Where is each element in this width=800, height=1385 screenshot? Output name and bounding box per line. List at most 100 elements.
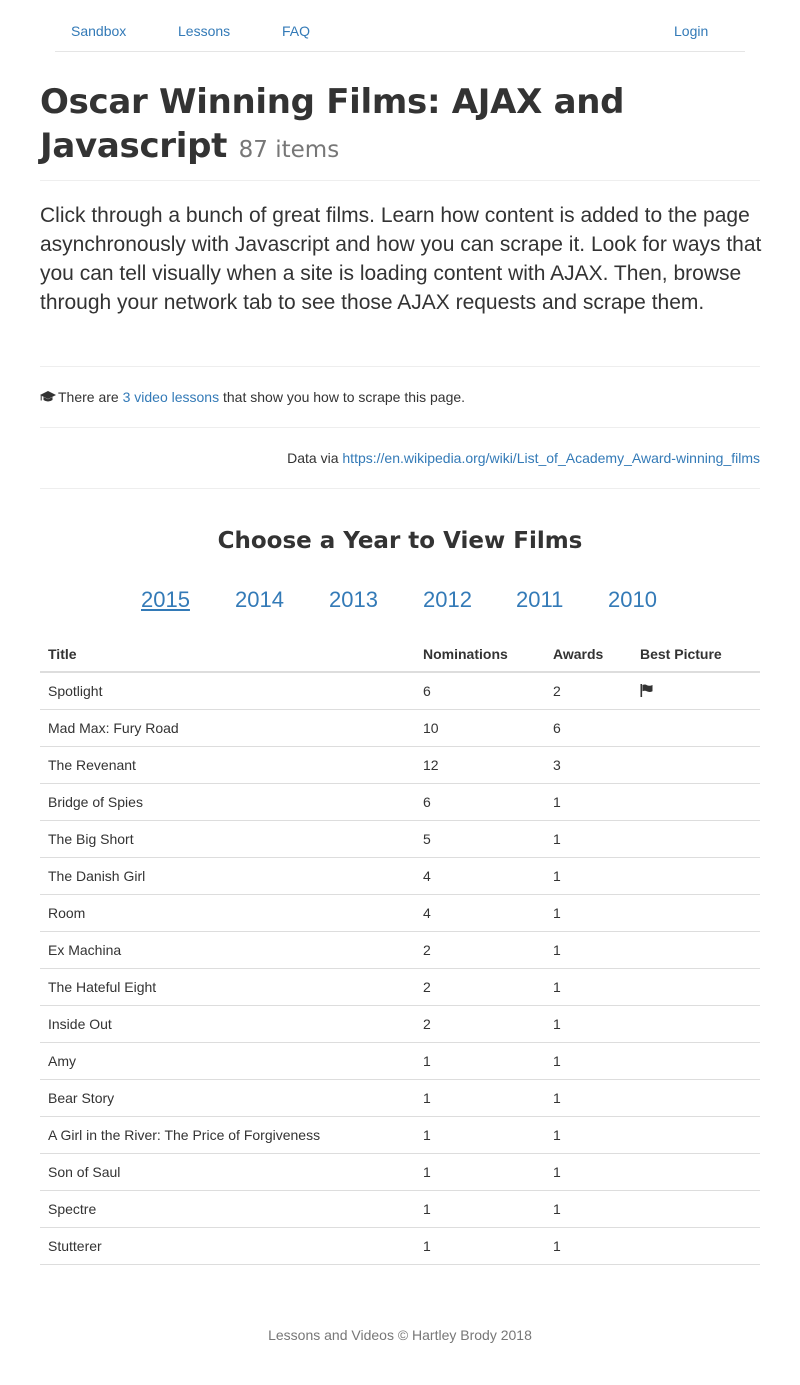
nominations-cell: 1 bbox=[415, 1153, 545, 1191]
awards-cell: 1 bbox=[545, 1042, 632, 1080]
nominations-cell: 5 bbox=[415, 820, 545, 858]
data-source: Data via https://en.wikipedia.org/wiki/L… bbox=[287, 449, 760, 467]
awards-cell: 1 bbox=[545, 1153, 632, 1191]
best-picture-cell bbox=[632, 1153, 760, 1191]
nominations-cell: 6 bbox=[415, 672, 545, 710]
year-link-2012[interactable]: 2012 bbox=[423, 586, 472, 614]
item-count: 87 items bbox=[238, 137, 340, 163]
nominations-cell: 1 bbox=[415, 1190, 545, 1228]
film-title-cell: The Danish Girl bbox=[40, 857, 415, 895]
film-title-cell: Amy bbox=[40, 1042, 415, 1080]
film-title-cell: Spotlight bbox=[40, 672, 415, 710]
best-picture-cell bbox=[632, 968, 760, 1006]
nominations-cell: 2 bbox=[415, 931, 545, 969]
header-best-picture: Best Picture bbox=[632, 637, 760, 673]
header-title: Title bbox=[40, 637, 415, 673]
footer: Lessons and Videos © Hartley Brody 2018 bbox=[268, 1327, 532, 1343]
nominations-cell: 12 bbox=[415, 746, 545, 784]
lessons-prefix: There are bbox=[58, 389, 123, 405]
wikipedia-source-link[interactable]: https://en.wikipedia.org/wiki/List_of_Ac… bbox=[342, 450, 760, 466]
table-row: A Girl in the River: The Price of Forgiv… bbox=[40, 1116, 760, 1154]
best-picture-cell bbox=[632, 820, 760, 858]
nominations-cell: 6 bbox=[415, 783, 545, 821]
film-title-cell: Ex Machina bbox=[40, 931, 415, 969]
awards-cell: 1 bbox=[545, 1005, 632, 1043]
film-title-cell: The Hateful Eight bbox=[40, 968, 415, 1006]
choose-year-heading: Choose a Year to View Films bbox=[217, 528, 583, 554]
films-table-body: Spotlight 6 2 Mad Max: Fury Road 10 6 The Reve… bbox=[40, 672, 760, 1265]
film-title-cell: Mad Max: Fury Road bbox=[40, 709, 415, 747]
nav-lessons-link[interactable]: Lessons bbox=[178, 23, 230, 39]
best-picture-cell bbox=[632, 1079, 760, 1117]
table-row: Stutterer 1 1 bbox=[40, 1227, 760, 1265]
nominations-cell: 4 bbox=[415, 857, 545, 895]
awards-cell: 2 bbox=[545, 672, 632, 710]
table-row: Inside Out 2 1 bbox=[40, 1005, 760, 1043]
data-source-prefix: Data via bbox=[287, 450, 343, 466]
nav-faq-link[interactable]: FAQ bbox=[282, 23, 310, 39]
best-picture-cell bbox=[632, 857, 760, 895]
awards-cell: 1 bbox=[545, 857, 632, 895]
table-row: Amy 1 1 bbox=[40, 1042, 760, 1080]
intro-paragraph: Click through a bunch of great films. Le… bbox=[40, 204, 762, 314]
film-title-cell: Bridge of Spies bbox=[40, 783, 415, 821]
video-lessons-link[interactable]: 3 video lessons bbox=[123, 389, 220, 405]
best-picture-cell bbox=[632, 1042, 760, 1080]
film-title-cell: The Revenant bbox=[40, 746, 415, 784]
awards-cell: 1 bbox=[545, 1190, 632, 1228]
table-row: Bridge of Spies 6 1 bbox=[40, 783, 760, 821]
table-row: The Danish Girl 4 1 bbox=[40, 857, 760, 895]
awards-cell: 1 bbox=[545, 783, 632, 821]
page-title: Oscar Winning Films: AJAX and Javascript… bbox=[40, 80, 770, 172]
table-row: The Big Short 5 1 bbox=[40, 820, 760, 858]
best-picture-cell bbox=[632, 894, 760, 932]
lessons-suffix: that show you how to scrape this page. bbox=[219, 389, 466, 405]
awards-cell: 1 bbox=[545, 1079, 632, 1117]
best-picture-cell bbox=[632, 1190, 760, 1228]
table-row: The Hateful Eight 2 1 bbox=[40, 968, 760, 1006]
best-picture-cell bbox=[632, 709, 760, 747]
table-row: Bear Story 1 1 bbox=[40, 1079, 760, 1117]
awards-cell: 1 bbox=[545, 1116, 632, 1154]
nominations-cell: 1 bbox=[415, 1042, 545, 1080]
year-link-2010[interactable]: 2010 bbox=[608, 586, 657, 614]
awards-cell: 1 bbox=[545, 1227, 632, 1265]
year-link-2015[interactable]: 2015 bbox=[141, 586, 190, 614]
awards-cell: 1 bbox=[545, 931, 632, 969]
table-header-row: Title Nominations Awards Best Picture bbox=[40, 637, 760, 673]
nav-sandbox-link[interactable]: Sandbox bbox=[71, 23, 126, 39]
best-picture-cell bbox=[632, 1227, 760, 1265]
best-picture-cell bbox=[632, 931, 760, 969]
nominations-cell: 1 bbox=[415, 1116, 545, 1154]
nav-login-link[interactable]: Login bbox=[674, 23, 708, 39]
divider bbox=[40, 488, 760, 489]
nominations-cell: 1 bbox=[415, 1079, 545, 1117]
table-row: Spotlight 6 2 bbox=[40, 672, 760, 710]
awards-cell: 6 bbox=[545, 709, 632, 747]
films-table: Title Nominations Awards Best Picture Sp… bbox=[40, 637, 760, 1265]
best-picture-cell bbox=[632, 746, 760, 784]
film-title-cell: A Girl in the River: The Price of Forgiv… bbox=[40, 1116, 415, 1154]
nominations-cell: 1 bbox=[415, 1227, 545, 1265]
year-link-2013[interactable]: 2013 bbox=[329, 586, 378, 614]
table-row: Ex Machina 2 1 bbox=[40, 931, 760, 969]
film-title-cell: Room bbox=[40, 894, 415, 932]
table-row: Mad Max: Fury Road 10 6 bbox=[40, 709, 760, 747]
divider bbox=[40, 427, 760, 428]
year-link-2011[interactable]: 2011 bbox=[516, 586, 563, 614]
graduation-cap-icon bbox=[40, 391, 56, 402]
nominations-cell: 4 bbox=[415, 894, 545, 932]
awards-cell: 1 bbox=[545, 968, 632, 1006]
divider bbox=[40, 366, 760, 367]
best-picture-cell bbox=[632, 672, 760, 710]
year-link-2014[interactable]: 2014 bbox=[235, 586, 284, 614]
film-title-cell: Spectre bbox=[40, 1190, 415, 1228]
table-row: The Revenant 12 3 bbox=[40, 746, 760, 784]
best-picture-cell bbox=[632, 783, 760, 821]
header-awards: Awards bbox=[545, 637, 632, 673]
awards-cell: 3 bbox=[545, 746, 632, 784]
film-title-cell: The Big Short bbox=[40, 820, 415, 858]
best-picture-cell bbox=[632, 1005, 760, 1043]
nominations-cell: 10 bbox=[415, 709, 545, 747]
awards-cell: 1 bbox=[545, 820, 632, 858]
